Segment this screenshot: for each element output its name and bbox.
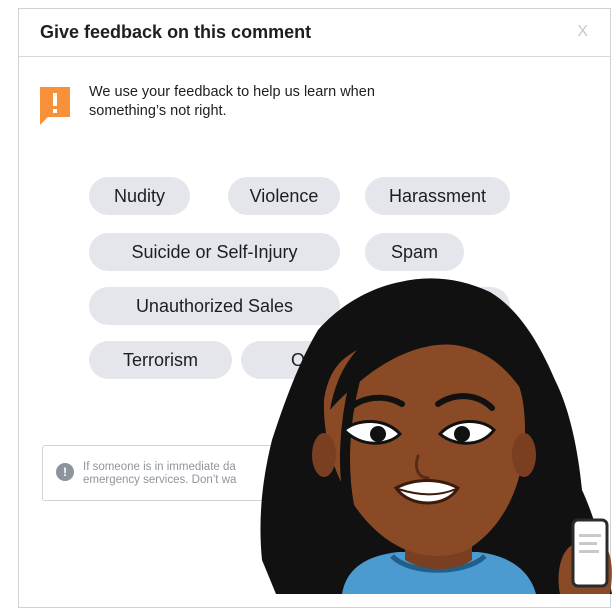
- chip-other[interactable]: O: [241, 341, 361, 379]
- chip-unauthorized-sales[interactable]: Unauthorized Sales: [89, 287, 340, 325]
- info-icon: !: [56, 463, 74, 481]
- chip-terrorism[interactable]: Terrorism: [89, 341, 232, 379]
- dialog-title: Give feedback on this comment: [40, 22, 312, 42]
- chip-suicide-self-injury[interactable]: Suicide or Self-Injury: [89, 233, 340, 271]
- chip-nudity[interactable]: Nudity: [89, 177, 190, 215]
- chip-spam[interactable]: Spam: [365, 233, 464, 271]
- dialog-header: Give feedback on this comment X: [19, 9, 610, 57]
- chip-hate-speech[interactable]: h: [365, 287, 510, 325]
- notice-line-1: If someone is in immediate da: [83, 461, 236, 473]
- close-icon[interactable]: X: [577, 23, 588, 41]
- notice-text: If someone is in immediate da emergency …: [83, 461, 301, 487]
- emergency-notice: ! If someone is in immediate da emergenc…: [42, 445, 302, 501]
- feedback-dialog: Give feedback on this comment X We use y…: [18, 8, 611, 608]
- chip-harassment[interactable]: Harassment: [365, 177, 510, 215]
- notice-line-2: emergency services. Don’t wa: [83, 474, 237, 486]
- exclamation-icon: [40, 87, 70, 125]
- info-text: We use your feedback to help us learn wh…: [89, 84, 375, 119]
- chip-violence[interactable]: Violence: [228, 177, 340, 215]
